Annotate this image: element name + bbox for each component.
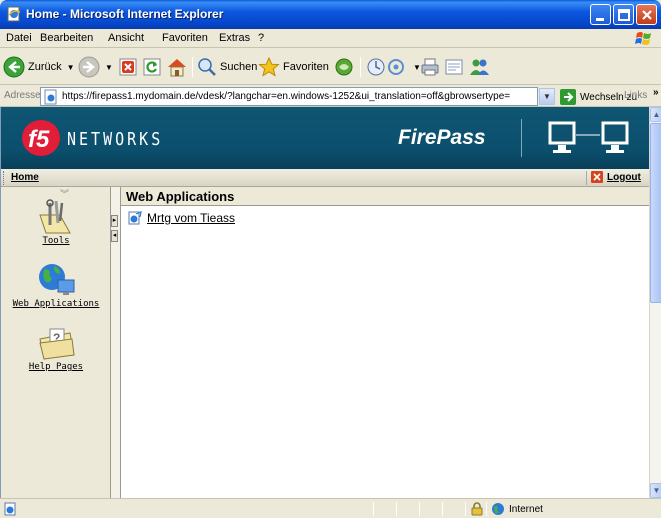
content-header: Web Applications	[121, 187, 650, 206]
messenger-icon	[470, 59, 489, 75]
maximize-button[interactable]	[613, 4, 634, 25]
window-title: Home - Microsoft Internet Explorer	[26, 7, 224, 21]
monitors-icon	[548, 121, 629, 153]
messenger-button[interactable]	[468, 55, 490, 79]
status-bar: Internet	[0, 498, 661, 518]
back-label: Zurück	[28, 61, 62, 73]
scroll-thumb[interactable]	[650, 123, 661, 303]
nav-bar: Home Logout	[1, 169, 649, 187]
print-icon	[421, 58, 439, 76]
history-icon	[367, 58, 385, 76]
go-arrow-icon	[560, 89, 576, 105]
search-label: Suchen	[220, 61, 258, 73]
ie-page-icon	[7, 6, 21, 22]
vertical-scrollbar[interactable]: ▲ ▼	[649, 107, 661, 498]
back-button[interactable]: Zurück ▼	[3, 55, 75, 79]
home-link[interactable]: Home	[11, 172, 39, 183]
page-status-icon	[4, 502, 16, 516]
f5-logo: f5	[22, 120, 60, 156]
menu-favoriten[interactable]: Favoriten	[162, 32, 208, 44]
product-name: FirePass	[398, 126, 486, 149]
menu-bar: Datei Bearbeiten Ansicht Favoriten Extra…	[0, 29, 661, 48]
page-icon	[44, 89, 57, 105]
panel-splitter[interactable]: ▸ ◂	[111, 187, 120, 498]
print-button[interactable]	[420, 55, 440, 79]
networks-wordmark: NETWORKS	[67, 128, 164, 150]
edit-icon	[445, 59, 463, 75]
f5-banner: f5 NETWORKS FirePass	[1, 107, 649, 169]
logout-icon	[591, 171, 603, 183]
nav-label-tools: Tools	[42, 236, 70, 246]
favorites-star-icon	[258, 57, 280, 77]
security-zone[interactable]: Internet	[491, 502, 543, 516]
main-content: Web Applications Mrtg vom Tieass	[120, 187, 650, 498]
forward-arrow-icon	[78, 56, 100, 78]
home-button[interactable]	[166, 55, 188, 79]
forward-button[interactable]: ▼	[78, 55, 113, 79]
search-icon	[198, 58, 216, 76]
mail-button[interactable]: ▼	[388, 55, 421, 79]
tools-icon	[39, 199, 71, 234]
address-bar: Adresse https://firepass1.mydomain.de/vd…	[0, 86, 661, 107]
nav-item-help-pages[interactable]: ? Help Pages	[1, 325, 111, 372]
refresh-button[interactable]	[142, 55, 162, 79]
nav-label-help-pages: Help Pages	[28, 362, 84, 372]
address-input[interactable]: https://firepass1.mydomain.de/vdesk/?lan…	[40, 87, 538, 106]
address-dropdown-icon[interactable]: ▼	[539, 88, 555, 105]
forward-dropdown-icon[interactable]: ▼	[105, 63, 113, 72]
svg-text:f5: f5	[28, 126, 50, 153]
links-label[interactable]: Links	[624, 90, 647, 101]
left-nav: ︾ Tools Web Applications ? Help Pages	[1, 187, 111, 498]
content-title: Web Applications	[126, 189, 235, 204]
zone-label: Internet	[509, 503, 543, 515]
menu-ansicht[interactable]: Ansicht	[108, 32, 144, 44]
logout-button[interactable]: Logout	[591, 171, 641, 183]
history-button[interactable]	[366, 55, 386, 79]
menu-datei[interactable]: Datei	[6, 32, 32, 44]
edit-button[interactable]	[444, 55, 464, 79]
media-button[interactable]	[334, 55, 354, 79]
links-more-icon[interactable]: »	[653, 87, 659, 98]
stop-icon	[119, 58, 137, 76]
address-url: https://firepass1.mydomain.de/vdesk/?lan…	[62, 91, 511, 102]
list-item[interactable]: Mrtg vom Tieass	[128, 211, 235, 225]
splitter-expand-icon[interactable]: ▸	[111, 215, 118, 227]
globe-monitor-icon	[39, 264, 75, 295]
help-folder-icon: ?	[39, 328, 75, 360]
title-bar: Home - Microsoft Internet Explorer	[0, 0, 661, 29]
stop-button[interactable]	[118, 55, 138, 79]
menu-extras[interactable]: Extras	[219, 32, 250, 44]
toolbar: Zurück ▼ ▼ Suchen Favoriten ▼	[0, 49, 661, 85]
home-icon	[168, 59, 186, 77]
nav-item-tools[interactable]: Tools	[1, 199, 111, 246]
search-button[interactable]: Suchen	[197, 55, 257, 79]
address-label: Adresse	[4, 90, 41, 101]
banner-divider	[521, 119, 522, 157]
menu-help[interactable]: ?	[258, 32, 264, 44]
scroll-down-icon[interactable]: ▼	[650, 483, 661, 498]
favorites-label: Favoriten	[283, 61, 329, 73]
logout-label: Logout	[607, 171, 641, 183]
nav-label-web-applications: Web Applications	[12, 299, 100, 309]
splitter-collapse-icon[interactable]: ◂	[111, 230, 118, 242]
favorites-button[interactable]: Favoriten	[258, 55, 329, 79]
nav-grip	[3, 171, 6, 185]
nav-item-web-applications[interactable]: Web Applications	[1, 262, 111, 309]
windows-logo-icon	[635, 32, 651, 45]
close-button[interactable]	[636, 4, 657, 25]
web-app-link-icon	[128, 211, 142, 225]
lock-icon	[471, 502, 483, 516]
back-arrow-icon	[3, 56, 25, 78]
refresh-icon	[143, 58, 161, 76]
minimize-button[interactable]	[590, 4, 611, 25]
media-icon	[335, 58, 353, 76]
mail-icon	[388, 59, 404, 75]
back-dropdown-icon[interactable]: ▼	[67, 63, 75, 72]
scroll-up-icon[interactable]: ▲	[650, 107, 661, 122]
internet-globe-icon	[492, 503, 504, 515]
browser-viewport: f5 NETWORKS FirePass Home Logout ︾ Tools…	[0, 107, 661, 498]
menu-bearbeiten[interactable]: Bearbeiten	[40, 32, 93, 44]
web-app-link[interactable]: Mrtg vom Tieass	[147, 211, 235, 225]
